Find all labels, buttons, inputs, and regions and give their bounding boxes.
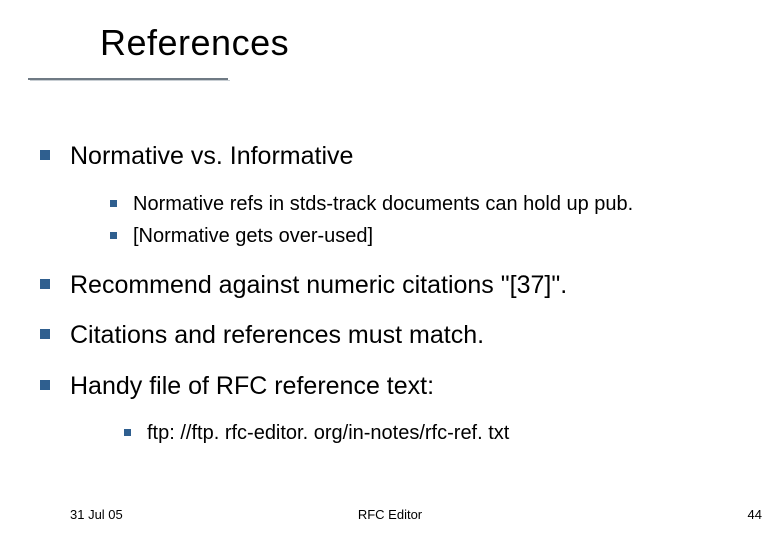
title-underline-shadow <box>30 80 230 81</box>
slide-footer: 31 Jul 05 RFC Editor 44 <box>0 507 780 522</box>
list-item: Normative refs in stds-track documents c… <box>110 191 760 217</box>
bullet-text: Recommend against numeric citations "[37… <box>70 269 567 302</box>
square-bullet-icon <box>110 232 117 239</box>
bullet-text: ftp: //ftp. rfc-editor. org/in-notes/rfc… <box>147 420 509 446</box>
square-bullet-icon <box>110 200 117 207</box>
bullet-text: Normative refs in stds-track documents c… <box>133 191 633 217</box>
list-item: Recommend against numeric citations "[37… <box>40 269 760 302</box>
square-bullet-icon <box>40 329 50 339</box>
list-item: Handy file of RFC reference text: <box>40 370 760 403</box>
list-item: Citations and references must match. <box>40 319 760 352</box>
footer-page-number: 44 <box>748 507 762 522</box>
square-bullet-icon <box>124 429 131 436</box>
slide-title: References <box>100 22 289 64</box>
bullet-text: Handy file of RFC reference text: <box>70 370 434 403</box>
square-bullet-icon <box>40 380 50 390</box>
list-item: [Normative gets over-used] <box>110 223 760 249</box>
sublist: ftp: //ftp. rfc-editor. org/in-notes/rfc… <box>124 420 760 446</box>
list-item: ftp: //ftp. rfc-editor. org/in-notes/rfc… <box>124 420 760 446</box>
square-bullet-icon <box>40 279 50 289</box>
footer-date: 31 Jul 05 <box>70 507 123 522</box>
bullet-text: Normative vs. Informative <box>70 140 353 173</box>
square-bullet-icon <box>40 150 50 160</box>
slide-content: Normative vs. Informative Normative refs… <box>40 140 760 466</box>
sublist: Normative refs in stds-track documents c… <box>110 191 760 249</box>
bullet-text: [Normative gets over-used] <box>133 223 373 249</box>
list-item: Normative vs. Informative <box>40 140 760 173</box>
bullet-text: Citations and references must match. <box>70 319 484 352</box>
